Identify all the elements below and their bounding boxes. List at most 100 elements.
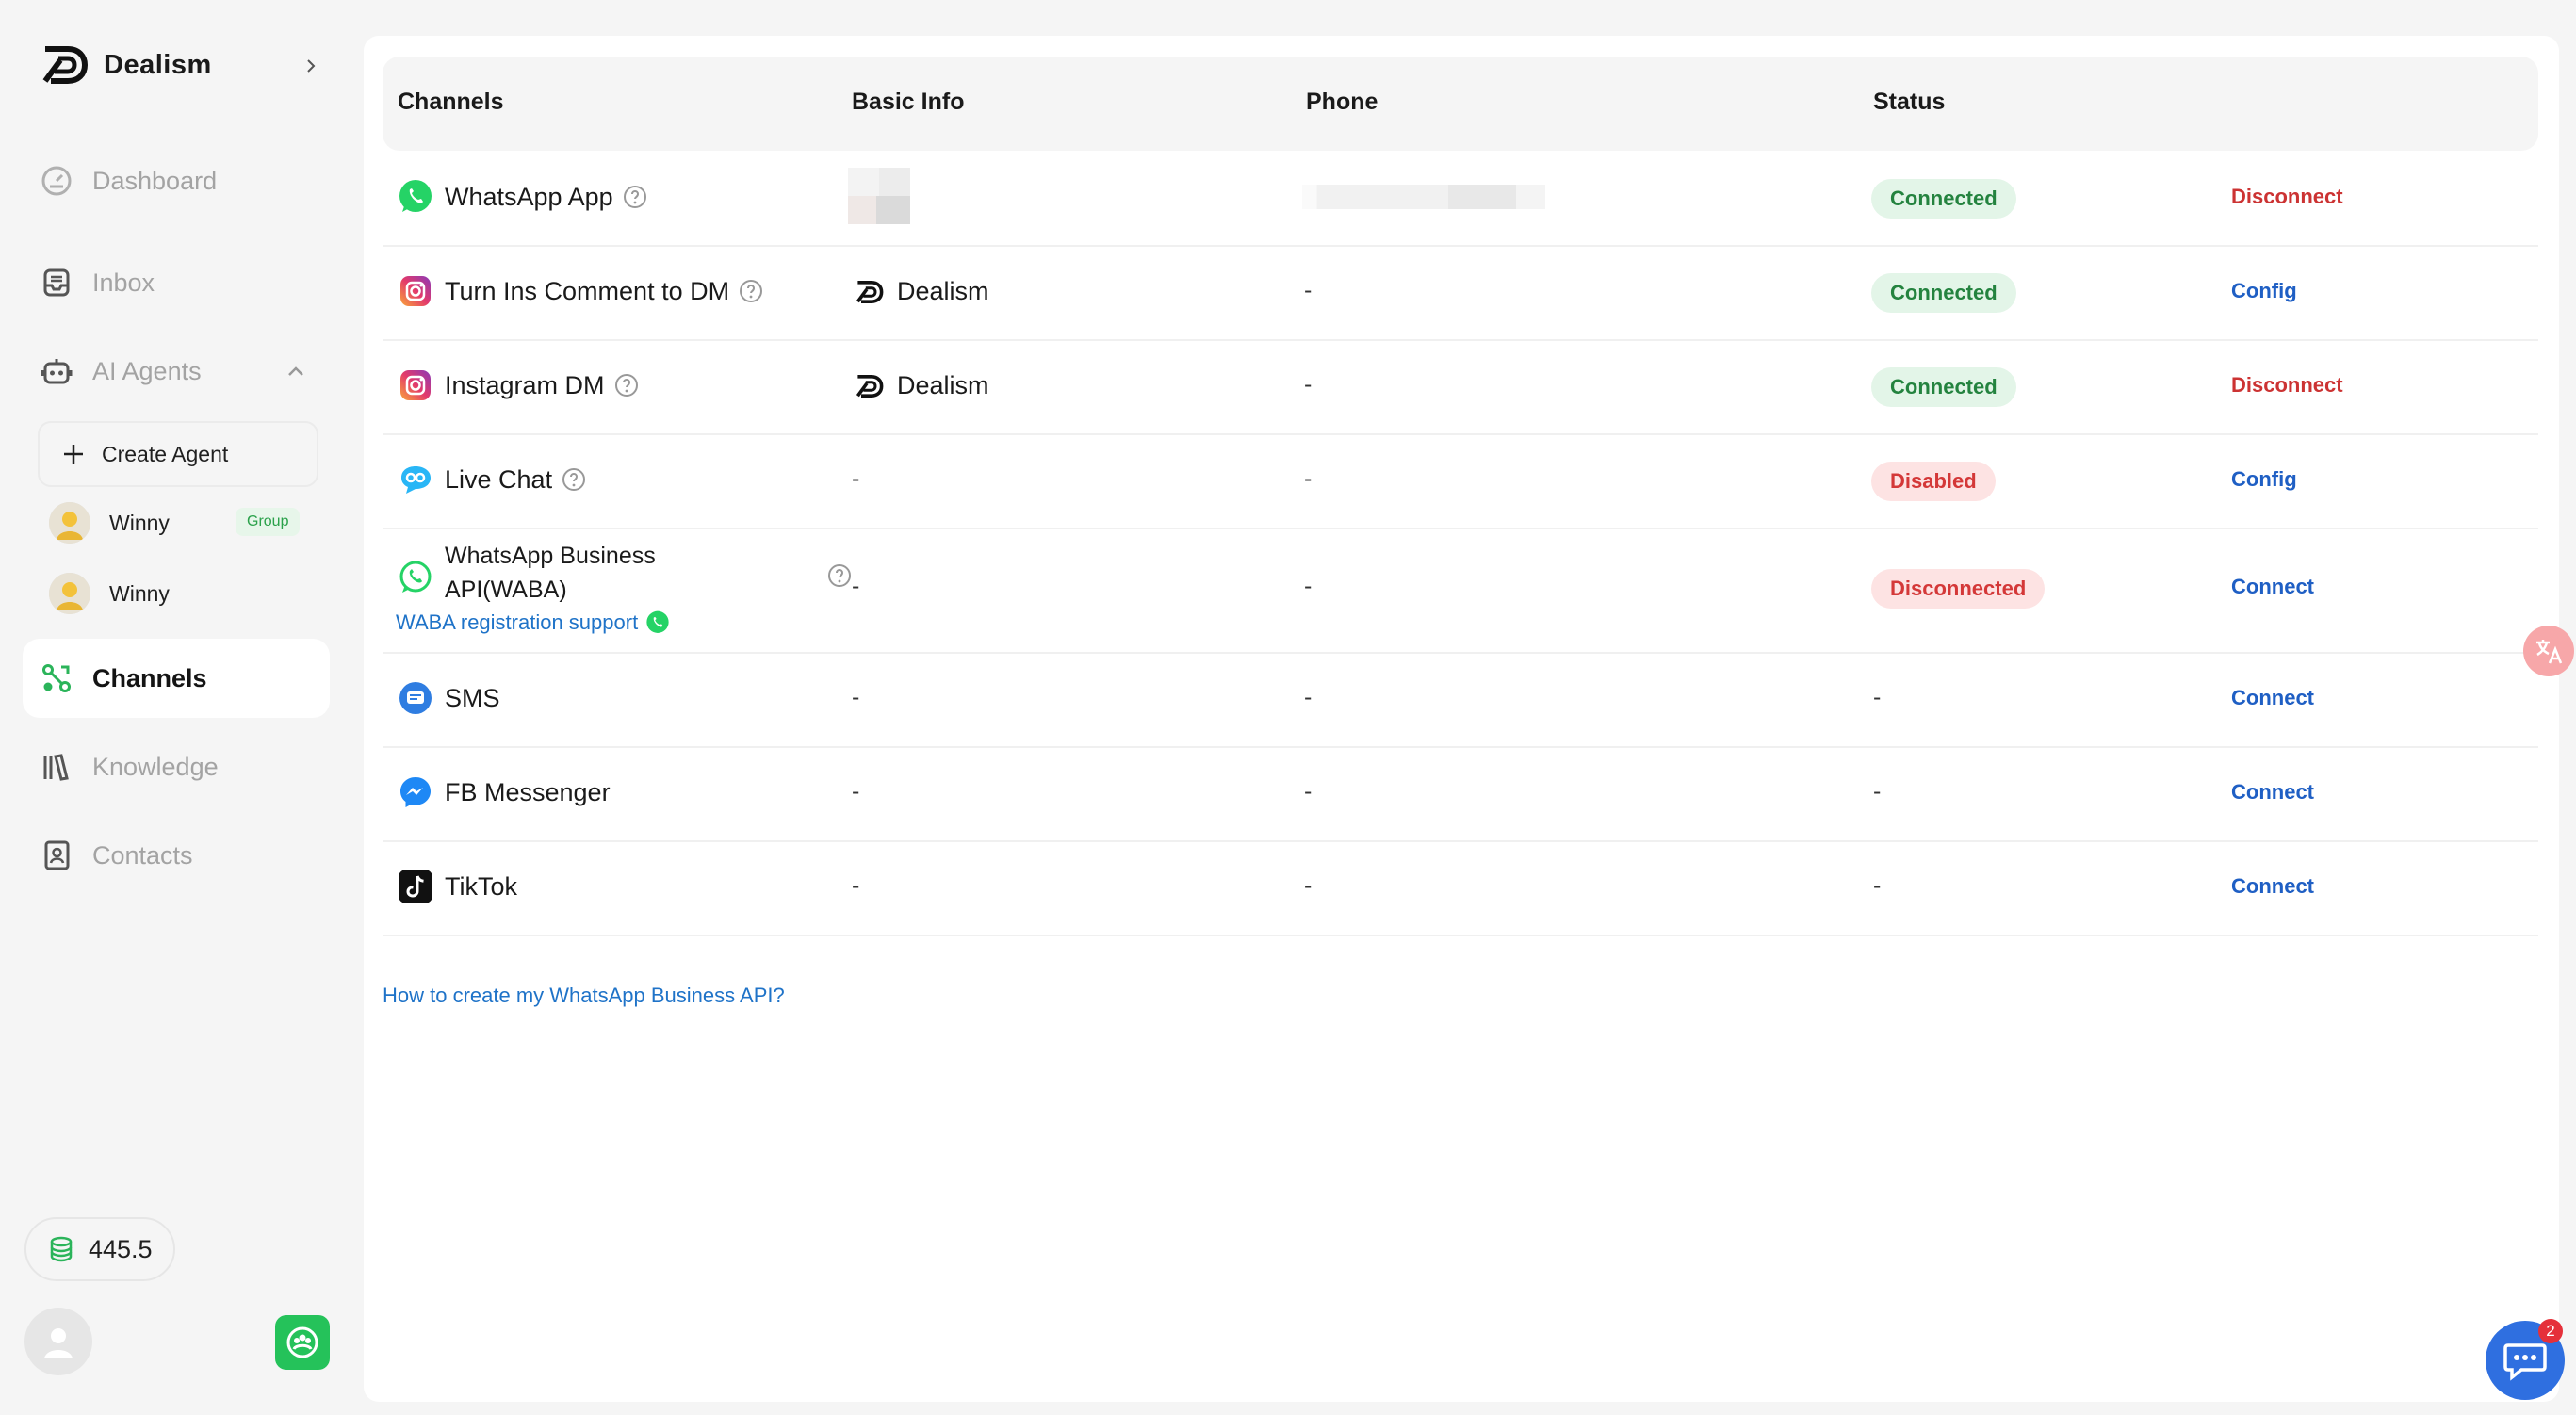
header-status: Status <box>1873 89 1946 115</box>
config-button[interactable]: Config <box>2231 467 2297 492</box>
table-row: Turn Ins Comment to DM Dealism - Connect… <box>383 245 2538 341</box>
nav-channels[interactable]: Channels <box>23 639 330 718</box>
header-phone: Phone <box>1306 89 1378 115</box>
brand-name: Dealism <box>104 49 212 80</box>
status-badge: Connected <box>1871 367 2016 407</box>
help-icon[interactable] <box>623 185 647 209</box>
channel-name: Instagram DM <box>445 370 605 399</box>
status-badge: Disabled <box>1871 462 1996 501</box>
sms-icon <box>399 682 432 714</box>
nav-channels-label: Channels <box>92 663 207 692</box>
nav-inbox[interactable]: Inbox <box>23 243 330 322</box>
main-panel: Channels Basic Info Phone Status WhatsAp… <box>364 36 2559 1402</box>
nav-dashboard-label: Dashboard <box>92 166 218 195</box>
translate-button[interactable] <box>2523 626 2574 676</box>
table-row: Instagram DM Dealism - Connected Disconn… <box>383 339 2538 435</box>
credits-value: 445.5 <box>89 1234 153 1263</box>
translate-icon <box>2536 640 2563 664</box>
status-value: - <box>1873 872 1882 899</box>
account-name: Dealism <box>897 371 989 399</box>
collapse-sidebar-button[interactable] <box>294 49 328 83</box>
channels-icon <box>40 661 73 695</box>
phone-value: - <box>1304 465 1312 492</box>
basic-info-value: - <box>852 573 860 599</box>
connect-button[interactable]: Connect <box>2231 686 2314 710</box>
nav-ai-agents-label: AI Agents <box>92 356 202 385</box>
coins-icon <box>50 1236 73 1262</box>
waba-support-label: WABA registration support <box>396 610 639 634</box>
help-icon[interactable] <box>562 467 586 492</box>
user-icon <box>44 1328 73 1358</box>
help-icon[interactable] <box>827 563 852 588</box>
credits-balance[interactable]: 445.5 <box>24 1217 175 1281</box>
nav-contacts-label: Contacts <box>92 840 193 870</box>
channel-name: Live Chat <box>445 464 553 494</box>
status-value: - <box>1873 684 1882 710</box>
sidebar: Dealism Dashboard Inbox AI Agents Create… <box>0 0 363 1415</box>
chat-bubble-icon <box>2503 1343 2547 1381</box>
table-row: WhatsApp Business API(WABA) WABA registr… <box>383 528 2538 654</box>
channel-name: FB Messenger <box>445 777 611 806</box>
table-row: WhatsApp App Connected Disconnect <box>383 151 2538 247</box>
header-basic-info: Basic Info <box>852 89 965 115</box>
status-badge: Connected <box>1871 179 2016 219</box>
instagram-icon <box>400 370 431 400</box>
dashboard-icon <box>40 164 73 198</box>
inbox-icon <box>40 266 73 300</box>
connect-button[interactable]: Connect <box>2231 780 2314 805</box>
channel-name: SMS <box>445 683 500 712</box>
status-badge: Connected <box>1871 273 2016 313</box>
nav-ai-agents[interactable]: AI Agents <box>23 332 330 411</box>
chevron-right-icon <box>307 59 316 73</box>
nav-inbox-label: Inbox <box>92 268 155 297</box>
agent-item[interactable]: Winny <box>49 571 170 616</box>
table-header: Channels Basic Info Phone Status <box>383 57 2538 151</box>
basic-info-value: - <box>852 778 860 805</box>
account-name: Dealism <box>897 277 989 305</box>
header-channels: Channels <box>398 89 504 115</box>
whatsapp-business-icon <box>399 561 432 593</box>
waba-help-link[interactable]: How to create my WhatsApp Business API? <box>383 984 785 1008</box>
agent-avatar <box>49 502 90 544</box>
books-icon <box>40 750 73 784</box>
basic-info-value: - <box>852 684 860 710</box>
nav-dashboard[interactable]: Dashboard <box>23 141 330 220</box>
phone-value: - <box>1304 573 1312 599</box>
channel-name: WhatsApp App <box>445 182 613 211</box>
robot-icon <box>40 354 73 388</box>
contacts-icon <box>40 838 73 872</box>
help-icon[interactable] <box>739 279 763 303</box>
community-button[interactable] <box>275 1315 330 1370</box>
support-chat-button[interactable]: 2 <box>2486 1319 2565 1400</box>
blurred-avatar <box>848 168 910 224</box>
create-agent-label: Create Agent <box>102 441 229 466</box>
channel-name: Turn Ins Comment to DM <box>445 276 730 305</box>
help-icon[interactable] <box>614 373 639 398</box>
brand[interactable]: Dealism <box>41 43 212 87</box>
phone-value: - <box>1304 684 1312 710</box>
nav-knowledge[interactable]: Knowledge <box>23 727 330 806</box>
nav-knowledge-label: Knowledge <box>92 752 219 781</box>
waba-registration-support-link[interactable]: WABA registration support <box>396 610 670 635</box>
chevron-up-icon[interactable] <box>283 358 309 384</box>
group-badge: Group <box>236 508 301 536</box>
plus-icon <box>64 445 83 464</box>
instagram-icon <box>400 276 431 306</box>
table-row: TikTok - - - Connect <box>383 840 2538 936</box>
table-row: SMS - - - Connect <box>383 652 2538 748</box>
phone-value: - <box>1304 872 1312 899</box>
disconnect-button[interactable]: Disconnect <box>2231 373 2343 398</box>
nav-contacts[interactable]: Contacts <box>23 816 330 895</box>
connect-button[interactable]: Connect <box>2231 575 2314 599</box>
disconnect-button[interactable]: Disconnect <box>2231 185 2343 209</box>
messenger-icon <box>400 777 431 807</box>
config-button[interactable]: Config <box>2231 279 2297 303</box>
create-agent-button[interactable]: Create Agent <box>38 421 318 487</box>
connect-button[interactable]: Connect <box>2231 874 2314 899</box>
table-row: Live Chat - - Disabled Config <box>383 433 2538 529</box>
user-avatar[interactable] <box>24 1308 92 1375</box>
agent-item[interactable]: Winny Group <box>49 500 301 545</box>
community-chat-icon <box>286 1326 318 1358</box>
unread-count-badge: 2 <box>2538 1319 2563 1343</box>
whatsapp-icon <box>399 180 432 212</box>
